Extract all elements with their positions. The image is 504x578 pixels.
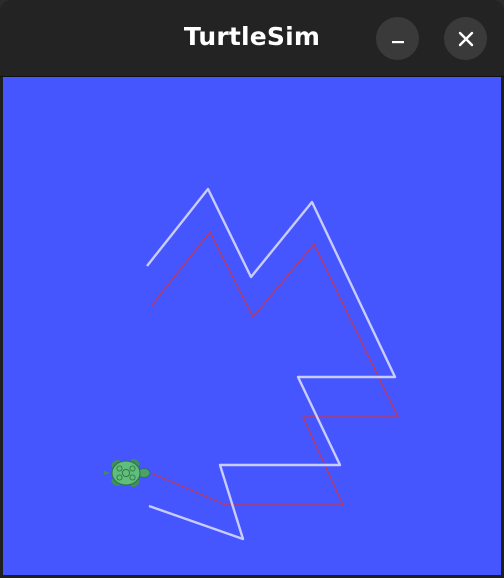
turtle-canvas[interactable] (3, 77, 501, 575)
close-button[interactable] (444, 17, 487, 60)
turtlesim-window: TurtleSim (0, 0, 504, 578)
minimize-button[interactable] (376, 17, 419, 60)
title-bar[interactable]: TurtleSim (0, 0, 504, 77)
close-icon (457, 30, 475, 48)
turtle-trail-light (146, 187, 397, 541)
window-title: TurtleSim (183, 22, 321, 51)
minimize-icon (390, 31, 406, 47)
turtle-icon[interactable] (104, 457, 151, 488)
canvas-svg (104, 187, 399, 541)
